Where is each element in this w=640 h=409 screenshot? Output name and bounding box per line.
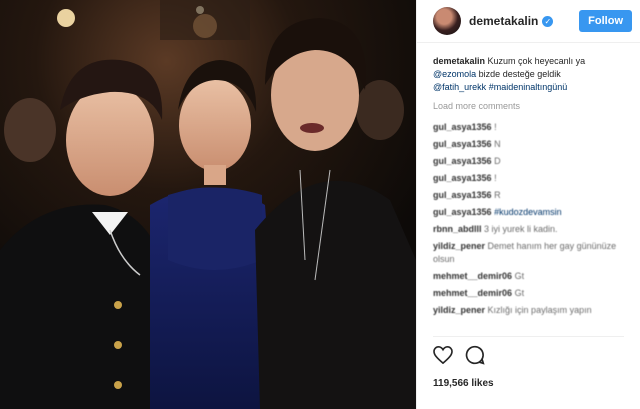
photo-illustration	[0, 0, 416, 409]
post-header: demetakalin ✓ Follow	[417, 0, 640, 43]
comment-item: gul_asya1356 R	[433, 189, 624, 202]
comment-text: !	[494, 122, 497, 132]
action-icons	[433, 345, 624, 370]
comment-text: N	[494, 139, 501, 149]
post-actions: 119,566 likes	[433, 336, 624, 409]
post-photo[interactable]	[0, 0, 416, 409]
comment-item: gul_asya1356 D	[433, 155, 624, 168]
caption-mention-ezomola[interactable]: @ezomola	[433, 69, 476, 79]
comment-text: 3 iyi yurek li kadin.	[484, 224, 558, 234]
caption: demetakalin Kuzum çok heyecanlı ya @ezom…	[433, 55, 624, 94]
comment-user[interactable]: gul_asya1356	[433, 190, 492, 200]
comment-user[interactable]: rbnn_abdlll	[433, 224, 482, 234]
likes-count[interactable]: 119,566 likes	[433, 378, 624, 389]
comment-user[interactable]: gul_asya1356	[433, 122, 492, 132]
comment-user[interactable]: mehmet__demir06	[433, 271, 512, 281]
load-more-comments[interactable]: Load more comments	[433, 100, 624, 113]
comment-icon[interactable]	[465, 345, 485, 370]
comment-user[interactable]: yildiz_pener	[433, 305, 485, 315]
comment-user[interactable]: gul_asya1356	[433, 207, 492, 217]
comment-user[interactable]: gul_asya1356	[433, 139, 492, 149]
caption-username[interactable]: demetakalin	[433, 56, 485, 66]
comment-text: Kızlığı için paylaşım yapın	[487, 305, 592, 315]
instagram-post: demetakalin ✓ Follow demetakalin Kuzum ç…	[0, 0, 640, 409]
comments-section: demetakalin Kuzum çok heyecanlı ya @ezom…	[417, 43, 640, 336]
caption-text: Kuzum çok heyecanlı ya	[487, 56, 586, 66]
comment-user[interactable]: gul_asya1356	[433, 173, 492, 183]
comment-item: mehmet__demir06 Gt	[433, 270, 624, 283]
header-username[interactable]: demetakalin	[469, 14, 538, 28]
comment-user[interactable]: yildiz_pener	[433, 241, 485, 251]
post-sidebar: demetakalin ✓ Follow demetakalin Kuzum ç…	[416, 0, 640, 409]
comment-item: yildiz_pener Demet hanım her gay gününüz…	[433, 240, 624, 266]
comment-user[interactable]: gul_asya1356	[433, 156, 492, 166]
caption-hashtag[interactable]: #maideninaltıngünü	[489, 82, 568, 92]
comment-text: Gt	[514, 288, 525, 298]
comment-text: Gt	[514, 271, 525, 281]
comment-item: mehmet__demir06 Gt	[433, 287, 624, 300]
heart-icon[interactable]	[433, 345, 453, 369]
comment-hashtag[interactable]: #kudozdevamsin	[494, 207, 562, 217]
comment-list: gul_asya1356 ! gul_asya1356 N gul_asya13…	[433, 121, 624, 317]
comment-item: gul_asya1356 !	[433, 121, 624, 134]
caption-mention-fatih[interactable]: @fatih_urekk	[433, 82, 486, 92]
follow-button[interactable]: Follow	[579, 10, 632, 32]
comment-item: gul_asya1356 N	[433, 138, 624, 151]
comment-item: yildiz_pener Kızlığı için paylaşım yapın	[433, 304, 624, 317]
comment-item: rbnn_abdlll 3 iyi yurek li kadin.	[433, 223, 624, 236]
comment-text: R	[494, 190, 501, 200]
avatar[interactable]	[433, 7, 461, 35]
comment-item: gul_asya1356 #kudozdevamsin	[433, 206, 624, 219]
comment-user[interactable]: mehmet__demir06	[433, 288, 512, 298]
comment-item: gul_asya1356 !	[433, 172, 624, 185]
comment-text: !	[494, 173, 497, 183]
caption-text-2: bizde desteğe geldik	[478, 69, 561, 79]
verified-icon: ✓	[542, 15, 554, 27]
comment-text: D	[494, 156, 501, 166]
